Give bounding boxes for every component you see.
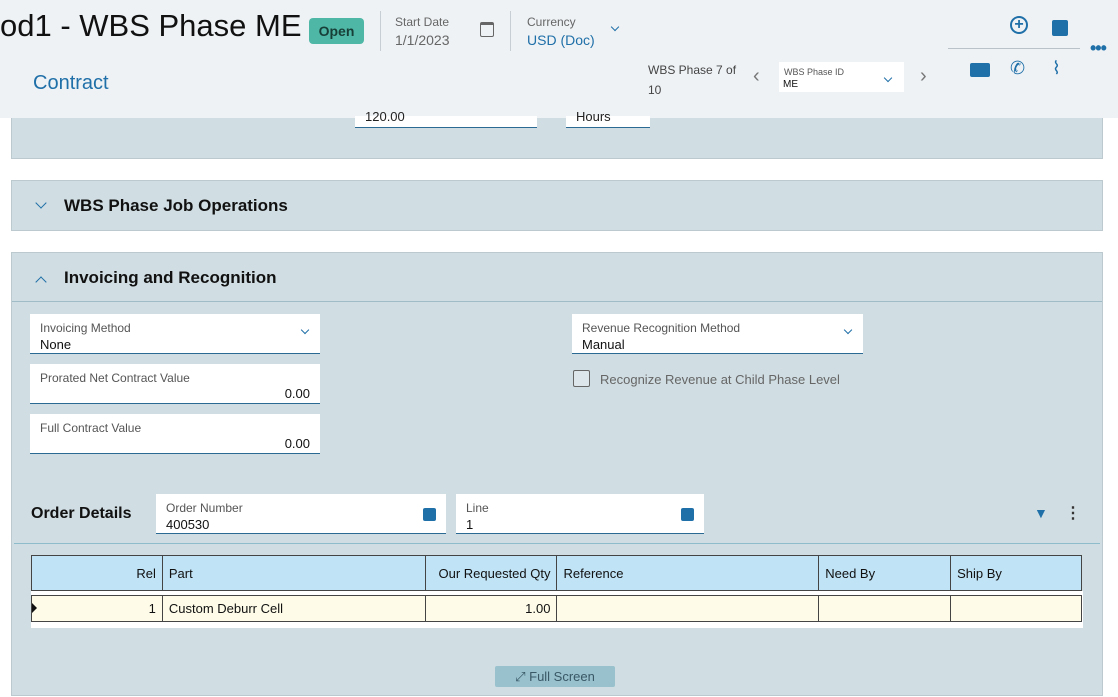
column-header[interactable]: Reference <box>556 555 820 591</box>
tab-contract[interactable]: Contract <box>33 72 109 95</box>
column-header[interactable]: Ship By <box>950 555 1082 591</box>
cell-qty[interactable]: 1.00 <box>424 595 558 622</box>
record-nav-text: WBS Phase 7 of 10 <box>648 63 737 97</box>
cell-reference[interactable] <box>556 595 820 622</box>
add-icon[interactable]: + <box>1010 16 1028 34</box>
cell-rel[interactable]: 1 <box>31 595 163 622</box>
section-invoicing: Invoicing and Recognition Invoicing Meth… <box>11 252 1103 696</box>
start-date-label: Start Date <box>395 15 450 29</box>
kebab-menu-icon[interactable]: ⋮ <box>1065 503 1081 523</box>
row-indicator-icon <box>32 603 37 613</box>
child-phase-checkbox[interactable] <box>573 370 590 387</box>
line-field[interactable]: Line 1 <box>456 494 704 534</box>
prev-icon[interactable]: ‹ <box>753 65 760 88</box>
currency-label: Currency <box>527 15 576 29</box>
table-row[interactable]: 1 Custom Deburr Cell 1.00 <box>31 595 1082 622</box>
order-details-title: Order Details <box>31 505 132 522</box>
filter-icon[interactable]: ▼ <box>1034 505 1048 521</box>
call-log-icon[interactable]: ✆ <box>1010 58 1025 79</box>
header: od1 - WBS Phase ME Open Start Date 1/1/2… <box>0 0 1118 118</box>
divider <box>12 301 1102 302</box>
divider <box>14 543 1100 544</box>
status-badge: Open <box>309 18 364 44</box>
chevron-down-icon <box>883 73 893 83</box>
divider <box>510 11 511 51</box>
full-screen-button[interactable]: ⤢ Full Screen <box>495 666 615 687</box>
cell-ship-by[interactable] <box>950 595 1082 622</box>
invoicing-method-dropdown[interactable]: Invoicing Method None <box>30 314 320 354</box>
phase-id-label: WBS Phase ID <box>784 67 845 77</box>
revenue-method-dropdown[interactable]: Revenue Recognition Method Manual <box>572 314 863 354</box>
order-grid: Rel Part Our Requested Qty Reference Nee… <box>31 555 1082 622</box>
search-icon[interactable] <box>423 508 436 521</box>
phase-id-value: ME <box>783 79 798 90</box>
divider <box>380 11 381 51</box>
start-date-value: 1/1/2023 <box>395 32 450 48</box>
section-job-operations[interactable]: WBS Phase Job Operations <box>11 180 1103 231</box>
section-title: Invoicing and Recognition <box>64 268 277 287</box>
prorated-value-field[interactable]: Prorated Net Contract Value 0.00 <box>30 364 320 404</box>
cell-part[interactable]: Custom Deburr Cell <box>161 595 426 622</box>
full-contract-value-field[interactable]: Full Contract Value 0.00 <box>30 414 320 454</box>
save-icon[interactable] <box>1052 20 1068 36</box>
grid-header-row: Rel Part Our Requested Qty Reference Nee… <box>31 555 1082 591</box>
chevron-up-icon[interactable] <box>35 276 47 288</box>
section-title: WBS Phase Job Operations <box>64 196 288 215</box>
column-header[interactable]: Need By <box>818 555 952 591</box>
column-header[interactable]: Our Requested Qty <box>424 555 558 591</box>
panel-partial: 120.00 Hours <box>11 109 1103 159</box>
more-icon[interactable]: ••• <box>1090 38 1107 59</box>
panel-icon[interactable] <box>970 63 990 77</box>
expand-icon: ⤢ <box>515 669 530 684</box>
order-number-field[interactable]: Order Number 400530 <box>156 494 446 534</box>
currency-chevron-down-icon[interactable] <box>610 22 620 32</box>
calendar-icon[interactable] <box>480 22 494 37</box>
chevron-down-icon <box>300 325 310 335</box>
child-phase-label: Recognize Revenue at Child Phase Level <box>600 372 840 387</box>
phase-id-dropdown[interactable]: WBS Phase ID ME <box>779 62 904 92</box>
attachment-icon[interactable]: ⌇ <box>1052 58 1061 79</box>
unit-field[interactable]: Hours <box>566 109 650 128</box>
cell-need-by[interactable] <box>818 595 952 622</box>
page-title: od1 - WBS Phase ME <box>0 8 302 43</box>
column-header[interactable]: Part <box>161 555 426 591</box>
next-icon[interactable]: › <box>920 65 927 88</box>
chevron-down-icon[interactable] <box>35 197 47 209</box>
search-icon[interactable] <box>681 508 694 521</box>
column-header[interactable]: Rel <box>31 555 163 591</box>
chevron-down-icon <box>843 325 853 335</box>
currency-value[interactable]: USD (Doc) <box>527 32 595 48</box>
qty-field[interactable]: 120.00 <box>355 109 537 128</box>
divider <box>948 48 1080 49</box>
